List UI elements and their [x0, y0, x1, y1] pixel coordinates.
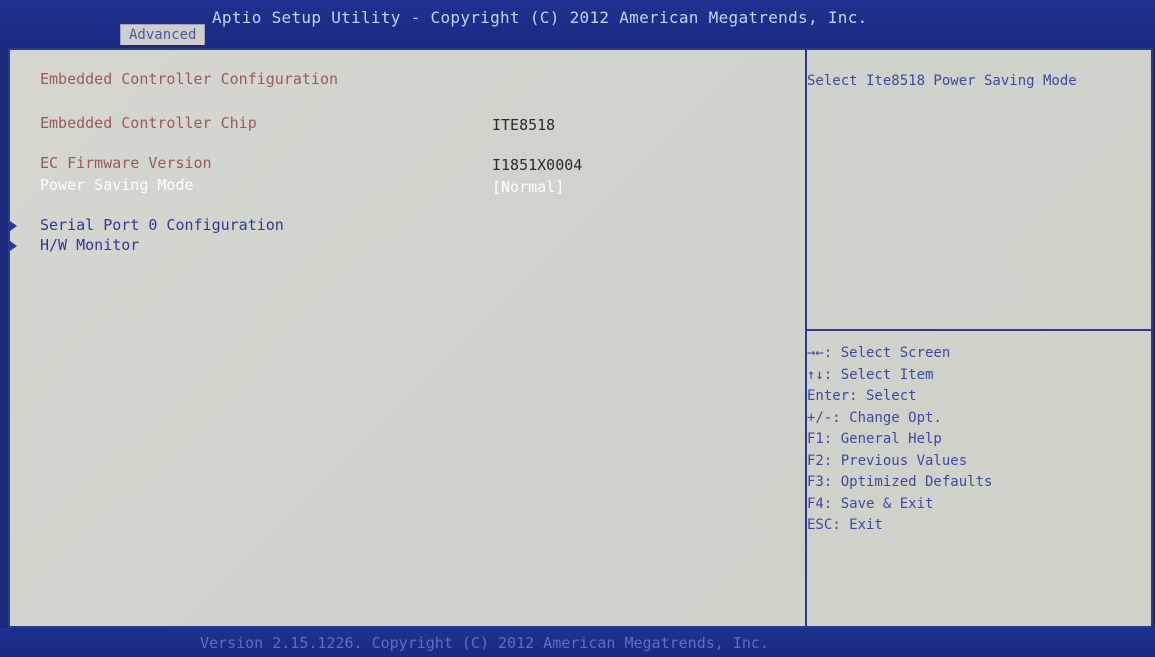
ec-chip-value: ITE8518 — [492, 116, 556, 134]
ec-chip-label: Embedded Controller Chip — [40, 114, 257, 132]
power-saving-mode-value[interactable]: [Normal] — [492, 178, 564, 196]
vertical-divider — [805, 50, 807, 626]
section-title: Embedded Controller Configuration — [40, 70, 339, 88]
app-title: Aptio Setup Utility - Copyright (C) 2012… — [212, 8, 868, 27]
key-select-screen: →←: Select Screen — [807, 345, 951, 361]
version-copyright: Version 2.15.1226. Copyright (C) 2012 Am… — [200, 634, 769, 652]
key-save-exit: F4: Save & Exit — [807, 495, 934, 512]
submenu-hw-monitor-label: H/W Monitor — [40, 236, 140, 254]
key-general-help: F1: General Help — [807, 431, 942, 447]
submenu-arrow-icon — [10, 221, 17, 231]
key-previous-values: F2: Previous Values — [807, 452, 968, 469]
tab-advanced[interactable]: Advanced — [120, 24, 206, 45]
main-panel: Embedded Controller Configuration Embedd… — [8, 48, 1153, 628]
key-esc-exit: ESC: Exit — [807, 517, 883, 533]
ec-firmware-label: EC Firmware Version — [40, 154, 212, 172]
footer-bar: Version 2.15.1226. Copyright (C) 2012 Am… — [0, 628, 1155, 657]
ec-firmware-value: I1851X0004 — [492, 156, 583, 174]
key-enter: Enter: Select — [807, 388, 917, 404]
submenu-serial-port-label: Serial Port 0 Configuration — [40, 216, 284, 234]
key-change-opt: +/-: Change Opt. — [807, 409, 942, 426]
key-select-item: ↑↓: Select Item — [807, 366, 934, 383]
power-saving-mode-label[interactable]: Power Saving Mode — [40, 176, 194, 194]
key-legend: →←: Select Screen ↑↓: Select Item Enter:… — [807, 343, 1137, 537]
help-description: Select Ite8518 Power Saving Mode — [807, 73, 1077, 89]
header-bar: Aptio Setup Utility - Copyright (C) 2012… — [0, 0, 1155, 48]
key-optimized-defaults: F3: Optimized Defaults — [807, 474, 993, 490]
submenu-arrow-icon — [10, 241, 17, 251]
horizontal-divider — [807, 329, 1151, 331]
